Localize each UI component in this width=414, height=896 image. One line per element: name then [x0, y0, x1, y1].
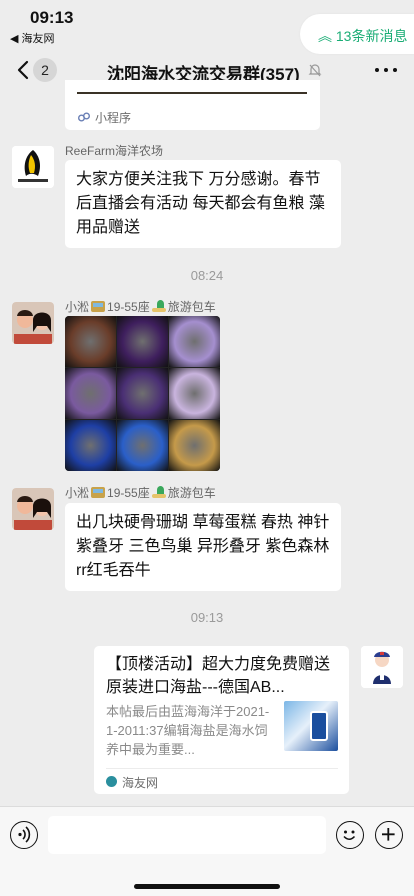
message-bubble[interactable]: 出几块硬骨珊瑚 草莓蛋糕 春热 神针 紫叠牙 三色鸟巢 异形叠牙 紫色森林 rr… [65, 503, 341, 591]
coral-photo-tile [169, 368, 220, 419]
sender-name: ReeFarm海洋农场 [65, 144, 164, 158]
unread-count-badge[interactable]: 2 [33, 58, 57, 82]
emoji-button[interactable] [336, 821, 364, 849]
voice-input-button[interactable] [10, 821, 38, 849]
reefarm-logo-icon [12, 146, 54, 188]
message-input[interactable] [48, 816, 326, 854]
shared-link-card[interactable]: 【顶楼活动】超大力度免费赠送原装进口海盐---德国AB... 本帖最后由蓝海海洋… [94, 646, 349, 794]
mini-program-icon [78, 112, 90, 122]
timestamp: 08:24 [190, 268, 224, 283]
coral-photo-tile [117, 420, 168, 471]
new-messages-label: 13条新消息 [335, 28, 408, 44]
bus-emoji-icon [91, 301, 106, 312]
link-title: 【顶楼活动】超大力度免费赠送原装进口海盐---德国AB... [106, 656, 331, 696]
back-to-app-link[interactable]: ◀ 海友网 [10, 30, 55, 46]
avatar-xiaosong[interactable] [12, 302, 54, 344]
message-bubble[interactable]: 大家方便关注我下 万分感谢。春节后直播会有活动 每天都会有鱼粮 藻 用品赠送 [65, 160, 341, 248]
sender-name: 小淞 19-55座 旅游包车 [65, 300, 216, 314]
link-source: 海友网 [122, 776, 159, 790]
status-time: 09:13 [30, 8, 74, 27]
couple-photo-icon [12, 302, 54, 344]
coral-photo-message[interactable] [65, 316, 220, 471]
plus-icon [382, 828, 395, 841]
mini-program-card[interactable]: 小程序 [65, 80, 320, 130]
home-indicator [134, 884, 280, 889]
mute-bell-icon [308, 64, 322, 77]
avatar-xiaosong[interactable] [12, 488, 54, 530]
coral-photo-tile [117, 316, 168, 367]
mini-program-label: 小程序 [95, 111, 132, 125]
coral-photo-tile [65, 368, 116, 419]
coral-photo-tile [169, 420, 220, 471]
island-emoji-icon [151, 486, 166, 498]
sender-name: 小淞 19-55座 旅游包车 [65, 486, 216, 500]
input-bar [0, 806, 414, 896]
avatar-reefarm[interactable] [12, 146, 54, 188]
cartoon-avatar-icon [361, 646, 403, 688]
coral-photo-tile [65, 316, 116, 367]
double-chevron-up-icon: ︽ [318, 28, 332, 44]
couple-photo-icon [12, 488, 54, 530]
more-functions-button[interactable] [375, 821, 403, 849]
timestamp: 09:13 [190, 610, 224, 625]
coral-photo-tile [169, 316, 220, 367]
island-emoji-icon [151, 300, 166, 312]
voice-wave-icon [18, 826, 31, 843]
bus-emoji-icon [91, 487, 106, 498]
card-image-edge [77, 92, 307, 94]
more-options-button[interactable] [375, 62, 397, 78]
link-divider [106, 768, 338, 769]
new-messages-pill[interactable]: ︽ 13条新消息 [300, 14, 414, 54]
link-thumbnail [284, 701, 338, 751]
avatar-self[interactable] [361, 646, 403, 688]
coral-photo-tile [117, 368, 168, 419]
source-site-icon [106, 776, 117, 787]
link-description: 本帖最后由蓝海海洋于2021-1-2011:37编辑海盐是海水饲养中最为重要..… [106, 704, 270, 757]
smiley-icon [343, 830, 356, 841]
coral-photo-tile [65, 420, 116, 471]
